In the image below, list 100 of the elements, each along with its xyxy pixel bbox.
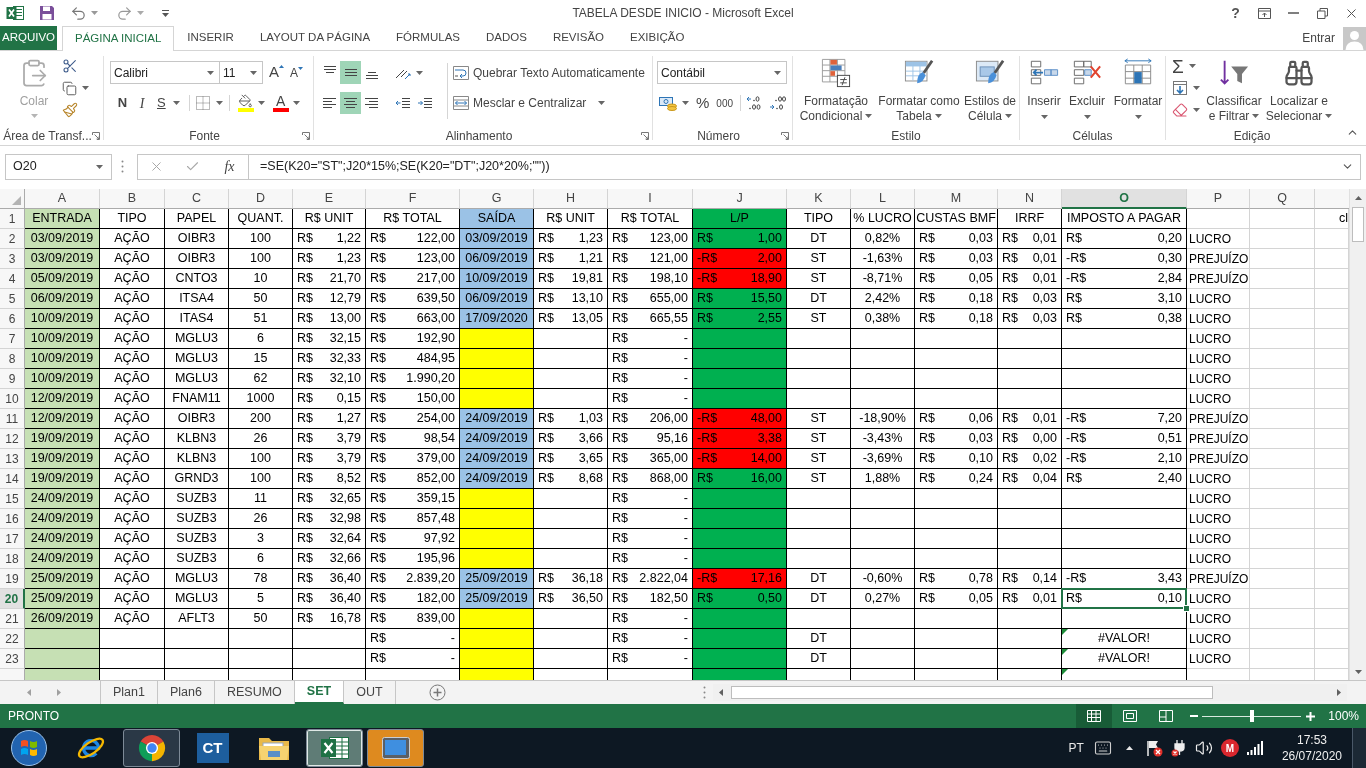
cell-styles-button[interactable]: Estilos de Célula (963, 55, 1017, 127)
find-select-button[interactable]: Localizar e Selecionar (1264, 55, 1334, 127)
dialog-launcher-icon[interactable] (92, 131, 100, 140)
column-header[interactable]: O (1062, 189, 1187, 209)
row-header[interactable]: 22 (0, 629, 25, 649)
dialog-launcher-icon[interactable] (781, 131, 789, 140)
currency-symbol: R$ (1001, 570, 1018, 588)
row-header[interactable]: 21 (0, 609, 25, 629)
row-header[interactable]: 12 (0, 429, 25, 449)
delete-cells-button[interactable]: Excluir (1067, 55, 1107, 127)
normal-view-button[interactable] (1076, 704, 1113, 728)
sign-in-link[interactable]: Entrar (1302, 29, 1335, 47)
row-header[interactable]: 18 (0, 549, 25, 569)
row-header[interactable]: 16 (0, 509, 25, 529)
language-indicator[interactable]: PT (1064, 739, 1088, 757)
font-size-field[interactable]: 11 (220, 61, 263, 84)
row-header[interactable]: 7 (0, 329, 25, 349)
column-header[interactable]: G (460, 189, 534, 209)
scrollbar-thumb[interactable] (1352, 207, 1364, 242)
row-header[interactable]: 8 (0, 349, 25, 369)
row-header[interactable]: 15 (0, 489, 25, 509)
bold-button[interactable]: N (113, 92, 132, 114)
row-header[interactable]: 17 (0, 529, 25, 549)
taskbar-button[interactable]: CT (184, 729, 241, 767)
column-header[interactable]: C (165, 189, 229, 209)
column-header[interactable]: H (534, 189, 608, 209)
tray-app-button[interactable]: M (1220, 739, 1239, 757)
column-header[interactable]: D (229, 189, 293, 209)
splitter-dots-icon[interactable] (703, 686, 706, 699)
dialog-launcher-icon[interactable] (641, 131, 649, 140)
row-header[interactable]: 9 (0, 369, 25, 389)
grip-dots-icon[interactable] (121, 160, 124, 173)
new-sheet-button[interactable] (428, 684, 446, 701)
column-header[interactable]: A (25, 189, 100, 209)
ribbon-tab[interactable]: EXIBIÇÃO (617, 26, 698, 50)
row-header[interactable]: 14 (0, 469, 25, 489)
row-header[interactable]: 19 (0, 569, 25, 589)
column-header[interactable]: F (366, 189, 460, 209)
file-tab[interactable]: ARQUIVO (0, 26, 57, 50)
number-format-field[interactable]: Contábil (657, 61, 787, 84)
fill-handle[interactable] (1183, 605, 1190, 612)
column-header[interactable]: M (915, 189, 998, 209)
help-button[interactable]: ? (1221, 0, 1250, 26)
formula-field[interactable]: =SE(K20="ST";J20*15%;SE(K20="DT";J20*20%;"")) (248, 153, 1361, 180)
column-header[interactable]: E (293, 189, 366, 209)
sort-filter-button[interactable]: Classificar e Filtrar (1204, 55, 1264, 127)
shrink-font-button[interactable]: A (290, 61, 304, 84)
ribbon-tab[interactable]: REVISÃO (539, 26, 618, 50)
dialog-launcher-icon[interactable] (302, 131, 310, 140)
row-header[interactable]: 10 (0, 389, 25, 409)
sheet-tab[interactable]: SET (294, 681, 345, 704)
row-header[interactable]: 23 (0, 649, 25, 669)
underline-button[interactable]: S (152, 92, 183, 114)
insert-function-button[interactable]: fx (211, 154, 248, 179)
ribbon-tab[interactable]: PÁGINA INICIAL (62, 26, 175, 51)
grow-font-button[interactable]: A (269, 61, 284, 84)
vertical-scrollbar[interactable] (1349, 189, 1366, 680)
scrollbar-thumb[interactable] (731, 686, 1213, 699)
ribbon-tab[interactable]: LAYOUT DA PÁGINA (246, 26, 384, 50)
column-header[interactable]: I (608, 189, 693, 209)
row-header[interactable]: 13 (0, 449, 25, 469)
align-center-button[interactable] (340, 92, 361, 114)
font-color-button[interactable]: A (266, 92, 300, 114)
zoom-slider-thumb[interactable] (1249, 710, 1254, 722)
align-middle-button[interactable] (340, 61, 361, 84)
column-header[interactable]: B (100, 189, 165, 209)
column-header[interactable]: L (851, 189, 915, 209)
row-header[interactable]: 5 (0, 289, 25, 309)
format-cells-button[interactable]: Formatar (1111, 55, 1165, 127)
row-header[interactable]: 11 (0, 409, 25, 429)
thousands-separator-button[interactable]: 000 (713, 92, 737, 114)
percent-style-button[interactable]: % (692, 92, 714, 114)
row-header[interactable]: 20 (0, 589, 25, 609)
ribbon-tab[interactable]: FÓRMULAS (383, 26, 473, 50)
clock-button[interactable]: 17:53 26/07/2020 (1273, 732, 1350, 764)
currency-symbol: R$ (296, 270, 313, 288)
row-header[interactable]: 3 (0, 249, 25, 269)
taskbar-button[interactable] (123, 729, 180, 767)
insert-cells-button[interactable]: Inserir (1025, 55, 1063, 127)
format-as-table-button[interactable]: Formatar como Tabela (877, 55, 961, 127)
autosum-button[interactable]: Σ (1172, 55, 1204, 77)
column-header[interactable]: J (693, 189, 787, 209)
row-header[interactable]: 4 (0, 269, 25, 289)
zoom-slider[interactable] (1202, 710, 1302, 722)
row-header[interactable]: 2 (0, 229, 25, 249)
wrap-text-button[interactable]: Quebrar Texto Automaticamente (452, 61, 645, 84)
row-header[interactable]: 6 (0, 309, 25, 329)
font-name-field[interactable]: Calibri (110, 61, 220, 84)
taskbar-button[interactable] (306, 729, 363, 767)
italic-button[interactable]: I (132, 92, 152, 114)
conditional-formatting-button[interactable]: Formatação Condicional (797, 55, 875, 127)
column-header[interactable]: Q (1250, 189, 1315, 209)
ribbon-tab[interactable]: DADOS (473, 26, 540, 50)
row-header[interactable]: 1 (0, 209, 25, 229)
name-box[interactable]: O20 (5, 153, 112, 180)
ribbon-tab[interactable]: INSERIR (174, 26, 247, 50)
column-header[interactable]: K (787, 189, 851, 209)
column-header[interactable]: P (1187, 189, 1250, 209)
column-header[interactable]: N (998, 189, 1062, 209)
merge-center-button[interactable]: Mesclar e Centralizar (452, 92, 645, 114)
